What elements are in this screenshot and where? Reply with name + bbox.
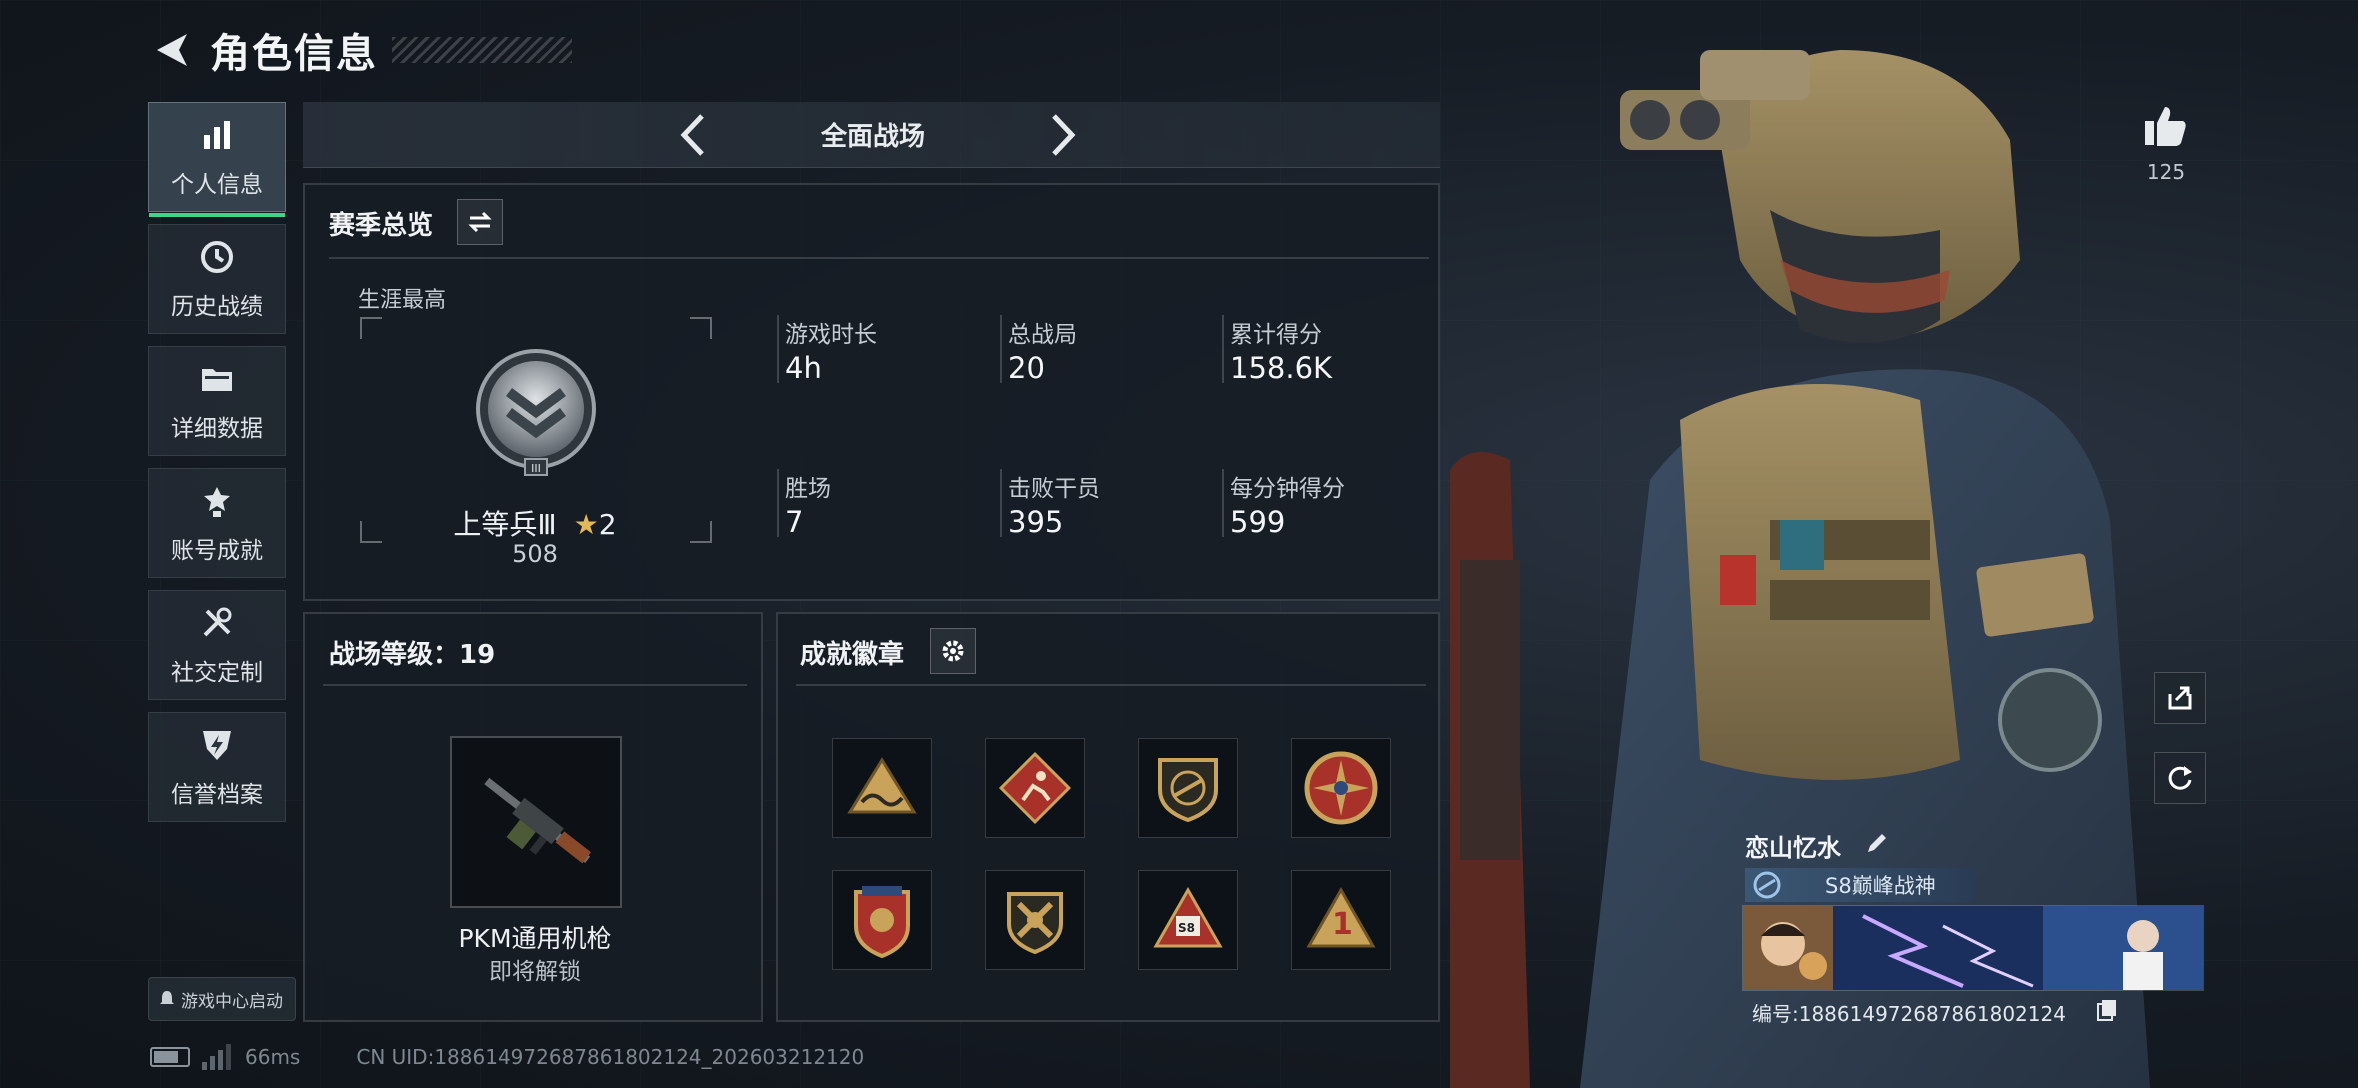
weapon-unlock-status: 即将解锁	[489, 959, 581, 985]
next-mode-button[interactable]	[1038, 110, 1088, 160]
side-nav: 个人信息 历史战绩 详细数据 账号成就 社交定制 信誉档案	[148, 102, 286, 834]
rank-emblem-icon: III	[476, 349, 596, 476]
player-id: 编号:188614972687861802124	[1752, 1002, 2066, 1026]
rank-score: 508	[512, 540, 558, 568]
status-bar: 66ms CN UID:188614972687861802124_202603…	[150, 1040, 864, 1074]
season-overview-panel: 赛季总览 生涯最高 III 上等兵Ⅲ ★2 508 游戏时长 4h 总战局 20 累…	[303, 183, 1440, 601]
nav-item-personal-info[interactable]: 个人信息	[148, 102, 286, 217]
refresh-button[interactable]	[2154, 752, 2206, 804]
nav-label: 详细数据	[171, 416, 263, 442]
like-button[interactable]	[2138, 98, 2194, 154]
season-title: 赛季总览	[329, 211, 434, 241]
triangle-wave-badge-icon	[847, 757, 917, 814]
nav-item-social-custom[interactable]: 社交定制	[148, 590, 286, 700]
nav-item-achievements[interactable]: 账号成就	[148, 468, 286, 578]
history-clock-icon	[197, 237, 237, 277]
rank-name: 上等兵Ⅲ	[453, 508, 557, 541]
badges-title: 成就徽章	[800, 640, 905, 670]
header: 角色信息	[150, 20, 572, 80]
signal-icon	[202, 1044, 231, 1070]
badge-settings-button[interactable]	[930, 628, 976, 674]
weapon-name: PKM通用机枪	[458, 924, 612, 953]
machine-gun-icon	[484, 777, 592, 864]
player-banner-image	[1742, 905, 2204, 991]
medal-icon	[197, 481, 237, 521]
badge-triangle-wave[interactable]	[832, 738, 932, 838]
badge-crossed-wrench[interactable]	[985, 870, 1085, 970]
crest-badge-icon	[854, 886, 910, 959]
nav-item-credit[interactable]: 信誉档案	[148, 712, 286, 822]
battery-icon	[150, 1047, 190, 1067]
share-button[interactable]	[2154, 672, 2206, 724]
rank-name-row: 上等兵Ⅲ ★2	[365, 503, 705, 543]
tools-icon	[197, 603, 237, 643]
shield-lightning-icon	[197, 725, 237, 765]
gear-icon	[942, 640, 964, 662]
game-center-button[interactable]: 游戏中心启动	[148, 977, 296, 1021]
weapon-card[interactable]	[450, 736, 622, 908]
player-title-bar: S8巅峰战神	[1745, 868, 1975, 902]
badge-runner[interactable]	[985, 738, 1085, 838]
bar-chart-icon	[197, 115, 237, 155]
bell-icon	[160, 991, 174, 1004]
mode-switcher: 全面战场	[303, 102, 1440, 168]
edit-pencil-icon[interactable]	[1862, 828, 1892, 858]
badge-s8-triangle[interactable]: S8	[1138, 870, 1238, 970]
level-title: 战场等级：19	[329, 640, 496, 670]
page-title: 角色信息	[210, 31, 378, 77]
nav-item-detailed-data[interactable]: 详细数据	[148, 346, 286, 456]
badge-rifle-shield[interactable]	[1138, 738, 1238, 838]
nav-label: 社交定制	[171, 660, 263, 686]
runner-badge-icon	[998, 751, 1072, 825]
title-decoration	[392, 37, 572, 63]
rifle-shield-badge-icon	[1158, 758, 1218, 823]
player-title: S8巅峰战神	[1825, 874, 1936, 898]
s8-triangle-badge-icon	[1153, 886, 1223, 948]
nav-label: 个人信息	[171, 172, 263, 198]
rank-stars: 2	[598, 508, 617, 541]
nav-label: 历史战绩	[171, 294, 263, 320]
swap-arrows-icon	[468, 211, 492, 233]
back-button[interactable]	[150, 27, 196, 73]
crossed-wrench-badge-icon	[1007, 892, 1063, 955]
career-best-label: 生涯最高	[358, 288, 447, 313]
switch-season-button[interactable]	[457, 199, 503, 245]
panel-divider	[329, 257, 1429, 259]
prev-mode-button[interactable]	[668, 110, 718, 160]
star-icon: ★	[573, 508, 599, 541]
svg-text:III: III	[531, 462, 541, 475]
badge-crest[interactable]	[832, 870, 932, 970]
panel-divider	[323, 684, 747, 686]
refresh-icon	[2168, 766, 2192, 790]
game-center-label: 游戏中心启动	[181, 991, 283, 1012]
battlefield-level-panel: 战场等级：19 PKM通用机枪 即将解锁	[303, 612, 763, 1022]
copy-icon[interactable]	[2096, 998, 2118, 1022]
mode-name: 全面战场	[820, 122, 925, 152]
s8-badge-text: S8	[1178, 921, 1195, 935]
ping-value: 66ms	[245, 1045, 301, 1069]
nav-label: 信誉档案	[171, 782, 263, 808]
thumbs-up-icon	[2145, 107, 2186, 146]
like-count: 125	[2146, 160, 2186, 184]
title-emblem-icon	[1753, 871, 1781, 899]
player-name: 恋山忆水	[1745, 834, 1841, 862]
folder-icon	[197, 359, 237, 399]
nav-item-history[interactable]: 历史战绩	[148, 224, 286, 334]
share-icon	[2168, 686, 2192, 710]
chevron-right-icon	[1052, 114, 1076, 156]
back-arrow-icon	[157, 34, 187, 66]
uid-text: CN UID:188614972687861802124_20260321212…	[356, 1045, 865, 1069]
nav-label: 账号成就	[171, 538, 263, 564]
chevron-left-icon	[680, 114, 704, 156]
